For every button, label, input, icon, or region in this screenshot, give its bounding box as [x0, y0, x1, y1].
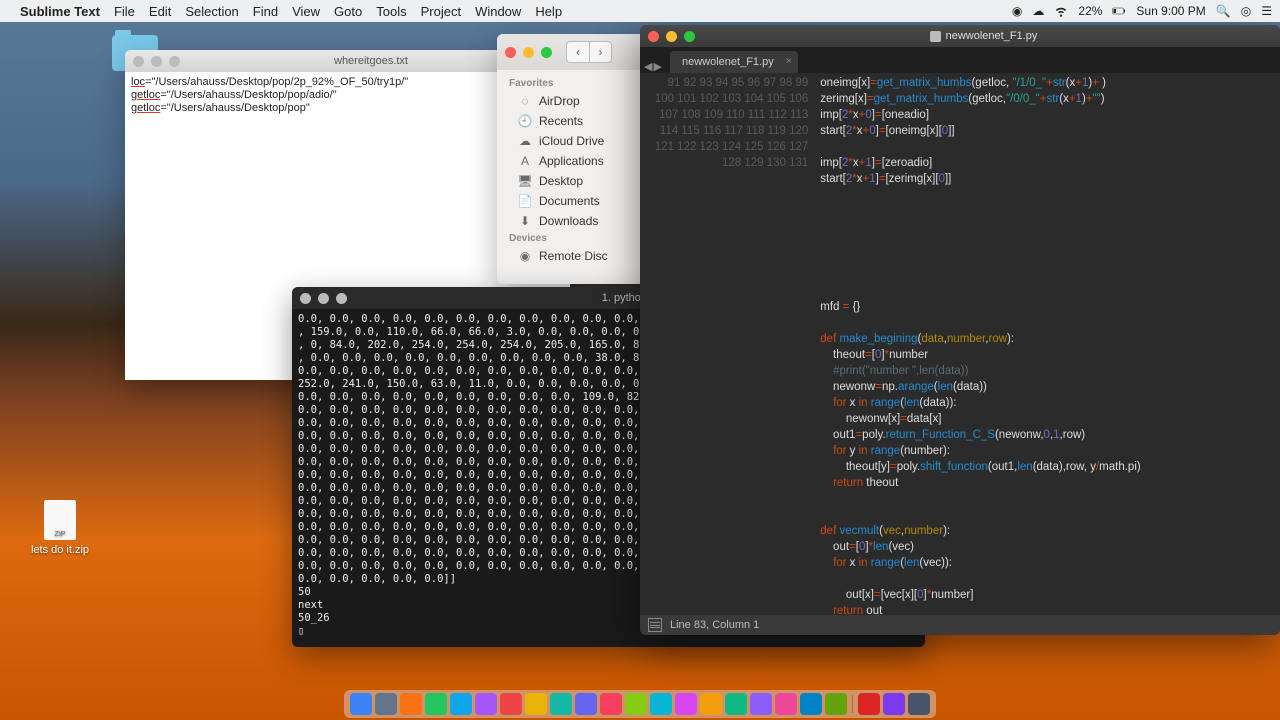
close-button[interactable] [505, 47, 516, 58]
spotlight-icon[interactable]: 🔍 [1216, 4, 1231, 18]
status-circle-icon[interactable]: ◉ [1012, 4, 1022, 18]
sidebar-item-label: Downloads [539, 214, 598, 228]
dock-app-14[interactable] [700, 693, 722, 715]
dock-app-7[interactable] [525, 693, 547, 715]
tab-next-icon[interactable]: ▶ [653, 60, 661, 73]
dock-app-20[interactable] [858, 693, 880, 715]
battery-pct: 22% [1078, 4, 1102, 18]
battery-icon[interactable] [1112, 4, 1126, 18]
source-code[interactable]: oneimg[x]=get_matrix_humbs(getloc, "/1/0… [816, 73, 1280, 615]
forward-button[interactable]: › [589, 42, 611, 62]
menu-tools[interactable]: Tools [376, 4, 406, 19]
sidebar-item-label: Desktop [539, 174, 583, 188]
sidebar-item-icon: ◉ [517, 249, 533, 263]
zoom-button[interactable] [684, 31, 695, 42]
sublime-titlebar[interactable]: newwolenet_F1.py [640, 25, 1280, 47]
menu-edit[interactable]: Edit [149, 4, 171, 19]
minimize-button[interactable] [666, 31, 677, 42]
menu-help[interactable]: Help [535, 4, 562, 19]
minimize-button[interactable] [318, 293, 329, 304]
close-button[interactable] [300, 293, 311, 304]
menu-view[interactable]: View [292, 4, 320, 19]
sublime-editor[interactable]: 91 92 93 94 95 96 97 98 99 100 101 102 1… [640, 73, 1280, 615]
dock-app-0[interactable] [350, 693, 372, 715]
document-icon [930, 31, 941, 42]
dock-app-12[interactable] [650, 693, 672, 715]
sidebar-item-icon: 🖥 [517, 174, 533, 188]
zip-icon [44, 500, 76, 540]
sublime-statusbar: Line 83, Column 1 [640, 615, 1280, 635]
dock-app-18[interactable] [800, 693, 822, 715]
close-button[interactable] [648, 31, 659, 42]
dock-app-1[interactable] [375, 693, 397, 715]
sublime-tabbar: ◀▶ newwolenet_F1.py × [640, 47, 1280, 73]
minimize-button[interactable] [523, 47, 534, 58]
finder-nav: ‹ › [566, 41, 612, 63]
back-button[interactable]: ‹ [567, 42, 589, 62]
dock-app-21[interactable] [883, 693, 905, 715]
dock-app-2[interactable] [400, 693, 422, 715]
tab-prev-icon[interactable]: ◀ [644, 60, 652, 73]
sidebar-toggle-icon[interactable] [648, 618, 662, 632]
dock-app-13[interactable] [675, 693, 697, 715]
dock-app-19[interactable] [825, 693, 847, 715]
menu-selection[interactable]: Selection [185, 4, 238, 19]
desktop-zip[interactable]: lets do it.zip [30, 500, 90, 556]
dock-app-4[interactable] [450, 693, 472, 715]
sublime-tab-title: newwolenet_F1.py [682, 56, 774, 68]
wifi-icon[interactable] [1054, 4, 1068, 18]
dock-app-11[interactable] [625, 693, 647, 715]
dock-app-22[interactable] [908, 693, 930, 715]
dock-app-5[interactable] [475, 693, 497, 715]
dock-app-16[interactable] [750, 693, 772, 715]
zoom-button[interactable] [541, 47, 552, 58]
dock-app-8[interactable] [550, 693, 572, 715]
sidebar-item-label: iCloud Drive [539, 134, 604, 148]
menu-goto[interactable]: Goto [334, 4, 362, 19]
sublime-window: newwolenet_F1.py ◀▶ newwolenet_F1.py × 9… [640, 25, 1280, 635]
tab-close-icon[interactable]: × [786, 56, 792, 67]
desktop-zip-label: lets do it.zip [30, 544, 90, 556]
siri-icon[interactable]: ◎ [1241, 4, 1251, 18]
clock[interactable]: Sun 9:00 PM [1136, 4, 1205, 18]
dock-app-15[interactable] [725, 693, 747, 715]
dock-app-17[interactable] [775, 693, 797, 715]
menu-window[interactable]: Window [475, 4, 521, 19]
sidebar-item-label: Recents [539, 114, 583, 128]
sidebar-item-label: Remote Disc [539, 249, 608, 263]
sidebar-item-label: AirDrop [539, 94, 580, 108]
menu-file[interactable]: File [114, 4, 135, 19]
sublime-window-title: newwolenet_F1.py [946, 30, 1038, 42]
sublime-status-pos: Line 83, Column 1 [670, 619, 759, 631]
menubar: Sublime Text File Edit Selection Find View Go… [0, 0, 1280, 22]
zoom-button[interactable] [336, 293, 347, 304]
sidebar-item-icon: ⬇ [517, 214, 533, 228]
sidebar-item-icon: ☁ [517, 134, 533, 148]
dock-app-3[interactable] [425, 693, 447, 715]
sidebar-item-label: Documents [539, 194, 600, 208]
sidebar-item-icon: 🕘 [517, 114, 533, 128]
menu-project[interactable]: Project [421, 4, 461, 19]
minimize-button[interactable] [151, 56, 162, 67]
menu-find[interactable]: Find [253, 4, 278, 19]
close-button[interactable] [133, 56, 144, 67]
sublime-tab[interactable]: newwolenet_F1.py × [670, 51, 798, 73]
sidebar-item-label: Applications [539, 154, 604, 168]
line-gutter: 91 92 93 94 95 96 97 98 99 100 101 102 1… [640, 73, 816, 615]
sidebar-item-icon: A [517, 154, 533, 168]
sidebar-item-icon: 📄 [517, 194, 533, 208]
dock-app-6[interactable] [500, 693, 522, 715]
dock-app-10[interactable] [600, 693, 622, 715]
status-cloud-icon[interactable]: ☁ [1032, 4, 1044, 18]
zoom-button[interactable] [169, 56, 180, 67]
dock [344, 690, 936, 718]
app-name[interactable]: Sublime Text [20, 4, 100, 19]
sidebar-item-icon: ◌ [517, 94, 533, 108]
dock-app-9[interactable] [575, 693, 597, 715]
notification-center-icon[interactable]: ☰ [1261, 4, 1272, 18]
